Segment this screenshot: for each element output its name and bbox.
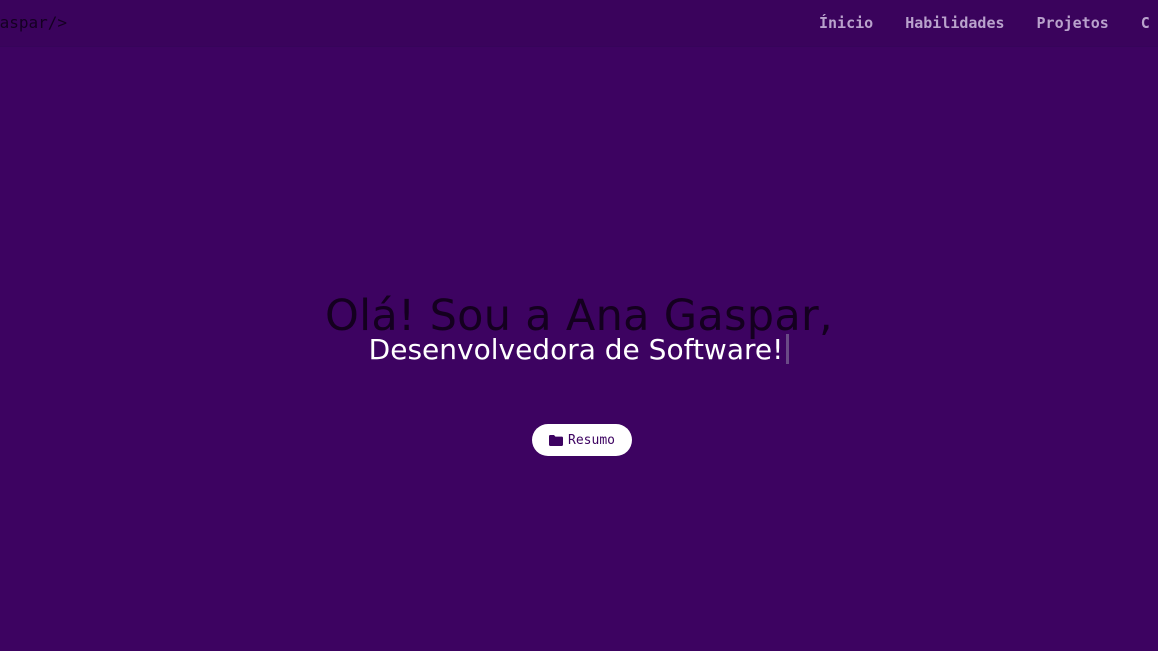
resume-button[interactable]: Resumo	[532, 424, 632, 456]
nav-links: Ínicio Habilidades Projetos C	[819, 14, 1150, 32]
nav-link-contato[interactable]: C	[1141, 14, 1150, 32]
nav-link-inicio[interactable]: Ínicio	[819, 14, 873, 32]
nav-link-projetos[interactable]: Projetos	[1037, 14, 1109, 32]
page: gaspar/> Ínicio Habilidades Projetos C O…	[0, 0, 1158, 651]
nav-link-habilidades[interactable]: Habilidades	[905, 14, 1004, 32]
typing-cursor	[786, 334, 790, 364]
hero-subtitle-line: Desenvolvedora de Software!	[0, 330, 1158, 370]
hero-section: Olá! Sou a Ana Gaspar, Desenvolvedora de…	[0, 284, 1158, 370]
resume-button-label: Resumo	[568, 432, 615, 448]
folder-icon	[549, 434, 564, 446]
hero-subtitle: Desenvolvedora de Software!	[368, 333, 784, 366]
top-navbar: gaspar/> Ínicio Habilidades Projetos C	[0, 0, 1158, 47]
site-logo[interactable]: gaspar/>	[0, 13, 67, 32]
